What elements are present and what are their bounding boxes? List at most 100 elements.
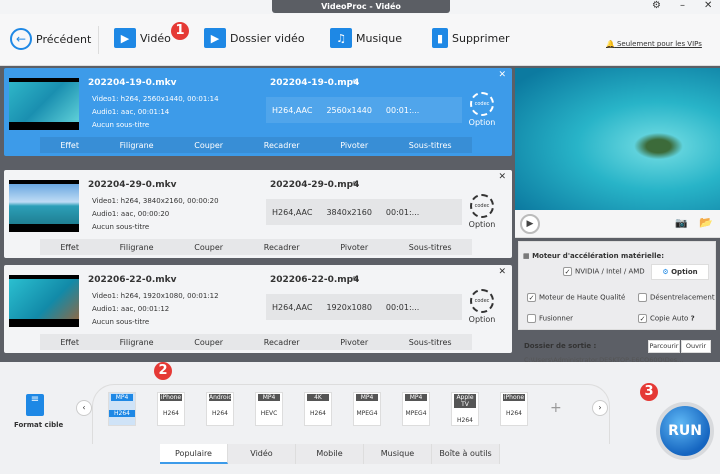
source-audio-track[interactable]: Audio1: aac, 00:01:12 xyxy=(92,305,169,313)
remove-item-button[interactable]: ✕ xyxy=(498,267,506,277)
back-button[interactable]: ← Précédent xyxy=(10,28,91,50)
close-window-button[interactable]: ✕ xyxy=(704,0,712,11)
tab-0[interactable]: Populaire xyxy=(160,444,228,464)
action-filigrane[interactable]: Filigrane xyxy=(120,141,154,150)
browse-button[interactable]: Parcourir xyxy=(648,340,680,353)
output-filename[interactable]: 202204-29-0.mp4 xyxy=(270,180,359,190)
action-pivoter[interactable]: Pivoter xyxy=(340,338,368,347)
action-filigrane[interactable]: Filigrane xyxy=(120,243,154,252)
play-button[interactable]: ▶ xyxy=(520,214,540,234)
remove-item-button[interactable]: ✕ xyxy=(498,70,506,80)
action-pivoter[interactable]: Pivoter xyxy=(340,141,368,150)
output-dur: 00:01:... xyxy=(385,105,420,115)
video-item[interactable]: 202206-22-0.mkv Video1: h264, 1920x1080, … xyxy=(4,265,512,353)
action-effet[interactable]: Effet xyxy=(60,338,79,347)
output-res: 2560x1440 xyxy=(326,105,372,115)
deinterlace-checkbox[interactable]: Désentrelacement xyxy=(638,293,715,302)
tab-4[interactable]: Boîte à outils xyxy=(432,444,500,464)
vip-link[interactable]: 🔔 Seulement pour les VIPs xyxy=(606,40,702,48)
edit-pencil-icon[interactable]: ✎ xyxy=(352,180,359,189)
merge-checkbox[interactable]: Fusionner xyxy=(527,314,573,323)
action-recadrer[interactable]: Recadrer xyxy=(264,243,300,252)
format-preset[interactable]: MP4 MPEG4 xyxy=(402,392,430,426)
source-video-track[interactable]: Video1: h264, 2560x1440, 00:01:14 xyxy=(92,95,219,103)
action-couper[interactable]: Couper xyxy=(194,338,223,347)
remove-item-button[interactable]: ✕ xyxy=(498,172,506,182)
source-audio-track[interactable]: Audio1: aac, 00:01:14 xyxy=(92,108,169,116)
hw-option-button[interactable]: ⚙ Option xyxy=(651,264,709,280)
action-sous-titres[interactable]: Sous-titres xyxy=(409,338,452,347)
source-video-track[interactable]: Video1: h264, 1920x1080, 00:01:12 xyxy=(92,292,219,300)
add-video-button[interactable]: ▶ Vidéo xyxy=(114,28,171,48)
tab-1[interactable]: Vidéo xyxy=(228,444,296,464)
folder-open-icon[interactable]: 📂 xyxy=(699,216,713,229)
source-sub-track[interactable]: Aucun sous-titre xyxy=(92,223,149,231)
video-add-icon: ▶ xyxy=(114,28,136,48)
format-preset[interactable]: iPhone H264 xyxy=(500,392,528,426)
action-effet[interactable]: Effet xyxy=(60,141,79,150)
output-filename[interactable]: 202206-22-0.mp4 xyxy=(270,275,359,285)
thumbnail-image xyxy=(9,279,79,319)
add-format-button[interactable]: + xyxy=(550,400,562,416)
source-video-track[interactable]: Video1: h264, 3840x2160, 00:00:20 xyxy=(92,197,219,205)
format-preset[interactable]: Android H264 xyxy=(206,392,234,426)
output-filename[interactable]: 202204-19-0.mp4 xyxy=(270,78,359,88)
option-label: Option xyxy=(468,118,496,127)
format-preset[interactable]: MP4 H264 xyxy=(108,392,136,426)
edit-pencil-icon[interactable]: ✎ xyxy=(352,275,359,284)
folder-add-icon: ▶ xyxy=(204,28,226,48)
player-controls: ▶ 📷 📂 xyxy=(515,210,720,238)
codec-option-button[interactable]: codec Option xyxy=(468,92,496,127)
next-format-button[interactable]: › xyxy=(592,400,608,416)
nvidia-checkbox[interactable]: ✓ NVIDIA / Intel / AMD xyxy=(563,267,645,276)
source-audio-track[interactable]: Audio1: aac, 00:00:20 xyxy=(92,210,169,218)
prev-format-button[interactable]: ‹ xyxy=(76,400,92,416)
title-bar: VideoProc - Vidéo ⚙ – ✕ xyxy=(0,0,720,14)
action-sous-titres[interactable]: Sous-titres xyxy=(409,141,452,150)
action-couper[interactable]: Couper xyxy=(194,141,223,150)
source-sub-track[interactable]: Aucun sous-titre xyxy=(92,318,149,326)
format-preset[interactable]: 4K H264 xyxy=(304,392,332,426)
action-recadrer[interactable]: Recadrer xyxy=(264,141,300,150)
format-type: iPhone xyxy=(160,394,182,401)
minimize-button[interactable]: – xyxy=(680,0,685,11)
action-pivoter[interactable]: Pivoter xyxy=(340,243,368,252)
source-filename: 202206-22-0.mkv xyxy=(88,275,177,285)
format-codec: H264 xyxy=(457,417,473,424)
format-type: Android xyxy=(209,394,233,401)
output-folder-label: Dossier de sortie : xyxy=(524,342,597,350)
delete-button[interactable]: ▮ Supprimer xyxy=(432,28,510,48)
video-item[interactable]: 202204-29-0.mkv Video1: h264, 3840x2160, … xyxy=(4,170,512,258)
preview-video xyxy=(515,68,720,210)
codec-option-button[interactable]: codec Option xyxy=(468,289,496,324)
add-music-button[interactable]: ♫ Musique xyxy=(330,28,402,48)
format-preset[interactable]: MP4 HEVC xyxy=(255,392,283,426)
action-effet[interactable]: Effet xyxy=(60,243,79,252)
format-preset[interactable]: iPhone H264 xyxy=(157,392,185,426)
camera-icon[interactable]: 📷 xyxy=(675,218,687,229)
back-arrow-icon: ← xyxy=(10,28,32,50)
music-add-icon: ♫ xyxy=(330,28,352,48)
open-button[interactable]: Ouvrir xyxy=(681,340,711,353)
add-folder-button[interactable]: ▶ Dossier vidéo xyxy=(204,28,305,48)
action-recadrer[interactable]: Recadrer xyxy=(264,338,300,347)
action-couper[interactable]: Couper xyxy=(194,243,223,252)
format-preset[interactable]: Apple TV H264 xyxy=(451,392,479,426)
action-filigrane[interactable]: Filigrane xyxy=(120,338,154,347)
source-sub-track[interactable]: Aucun sous-titre xyxy=(92,121,149,129)
hq-checkbox[interactable]: ✓ Moteur de Haute Qualité xyxy=(527,293,625,302)
tab-3[interactable]: Musique xyxy=(364,444,432,464)
codec-option-button[interactable]: codec Option xyxy=(468,194,496,229)
settings-gear-icon[interactable]: ⚙ xyxy=(652,0,661,11)
thumbnail-image xyxy=(9,184,79,224)
output-dur: 00:01:... xyxy=(385,302,420,312)
video-item[interactable]: 202204-19-0.mkv Video1: h264, 2560x1440, … xyxy=(4,68,512,156)
auto-copy-checkbox[interactable]: ✓ Copie Auto ? xyxy=(638,314,695,323)
run-button[interactable]: RUN xyxy=(656,402,714,460)
edit-pencil-icon[interactable]: ✎ xyxy=(352,78,359,87)
help-icon[interactable]: ? xyxy=(691,315,695,323)
music-label: Musique xyxy=(356,31,402,45)
format-preset[interactable]: MP4 MPEG4 xyxy=(353,392,381,426)
tab-2[interactable]: Mobile xyxy=(296,444,364,464)
action-sous-titres[interactable]: Sous-titres xyxy=(409,243,452,252)
